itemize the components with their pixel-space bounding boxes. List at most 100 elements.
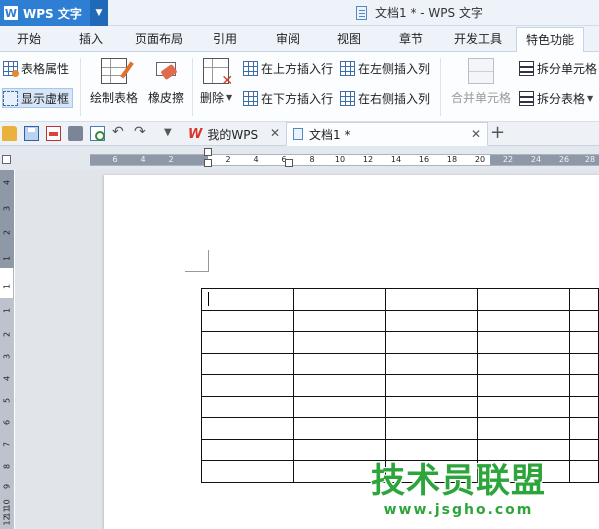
ruler-tick: 2 xyxy=(225,155,231,164)
tab-insert[interactable]: 插入 xyxy=(76,26,106,52)
split-table-label: 拆分表格 xyxy=(537,91,586,106)
table-row xyxy=(200,374,599,397)
save-icon[interactable] xyxy=(24,126,39,141)
table-cell[interactable] xyxy=(385,395,478,418)
table-cell[interactable] xyxy=(200,460,295,483)
table-cell[interactable] xyxy=(200,331,295,354)
insert-row-above-button[interactable]: 在上方插入行 xyxy=(243,58,333,78)
insert-col-right-button[interactable]: 在右侧插入列 xyxy=(340,88,430,108)
table-cell[interactable] xyxy=(293,309,387,332)
table-cell[interactable] xyxy=(385,438,478,461)
tab-page-layout[interactable]: 页面布局 xyxy=(132,26,186,52)
table-cell[interactable] xyxy=(385,417,478,440)
table-cell[interactable] xyxy=(293,331,387,354)
insert-row-below-button[interactable]: 在下方插入行 xyxy=(243,88,333,108)
wps-logo-icon: W xyxy=(4,6,18,20)
show-gridlines-label: 显示虚框 xyxy=(21,91,70,106)
tab-home[interactable]: 开始 xyxy=(14,26,44,52)
print-icon[interactable] xyxy=(68,126,83,141)
vertical-ruler[interactable]: 4 3 2 1 1 1 2 3 4 5 6 7 8 9 10 11 12 xyxy=(0,170,14,529)
table-cell[interactable] xyxy=(200,309,295,332)
table-cell[interactable] xyxy=(477,395,570,418)
table-row xyxy=(200,417,599,440)
table-cell[interactable] xyxy=(293,288,387,311)
redo-icon[interactable]: ↷ xyxy=(134,124,146,140)
table-cell[interactable] xyxy=(200,352,295,375)
document-table[interactable] xyxy=(200,288,599,483)
column-marker[interactable] xyxy=(285,159,293,167)
tab-document1-label: 文档1 * xyxy=(309,127,351,142)
table-cell[interactable] xyxy=(200,438,295,461)
table-cell[interactable] xyxy=(293,417,387,440)
table-cell[interactable] xyxy=(200,417,295,440)
ruler-tick: 4 xyxy=(140,155,146,164)
table-cell[interactable] xyxy=(568,417,599,440)
table-cell[interactable] xyxy=(568,352,599,375)
table-cell[interactable] xyxy=(200,374,295,397)
table-cell[interactable] xyxy=(293,395,387,418)
draw-table-button[interactable]: 绘制表格 xyxy=(90,58,138,106)
tab-stop-selector[interactable] xyxy=(2,155,11,164)
table-cell[interactable] xyxy=(200,288,295,311)
table-cell[interactable] xyxy=(477,417,570,440)
print-preview-icon[interactable] xyxy=(90,126,105,141)
delete-table-button[interactable]: 删除▼ xyxy=(200,58,233,106)
tab-document1[interactable]: 文档1 * ✕ xyxy=(286,122,488,146)
chevron-down-icon[interactable]: ▼ xyxy=(90,0,108,26)
tab-my-wps[interactable]: W 我的WPS ✕ xyxy=(182,122,286,146)
left-indent-marker[interactable] xyxy=(204,159,212,167)
table-cell[interactable] xyxy=(200,395,295,418)
table-cell[interactable] xyxy=(477,331,570,354)
table-cell[interactable] xyxy=(568,288,599,311)
tab-developer[interactable]: 开发工具 xyxy=(450,26,506,52)
table-cell[interactable] xyxy=(385,331,478,354)
ruler-tick: 3 xyxy=(2,205,12,212)
table-cell[interactable] xyxy=(385,374,478,397)
table-cell[interactable] xyxy=(568,438,599,461)
insert-col-left-label: 在左侧插入列 xyxy=(358,61,431,76)
undo-icon[interactable]: ↶ xyxy=(112,124,124,140)
new-tab-icon[interactable]: + xyxy=(490,122,505,143)
tab-references[interactable]: 引用 xyxy=(210,26,240,52)
close-icon[interactable]: ✕ xyxy=(471,127,481,141)
table-cell[interactable] xyxy=(385,352,478,375)
table-cell[interactable] xyxy=(477,352,570,375)
split-table-button[interactable]: 拆分表格 ▼ xyxy=(519,88,593,108)
delete-label-wrap: 删除 ▼ xyxy=(200,89,232,106)
table-cell[interactable] xyxy=(477,438,570,461)
ruler-tick: 20 xyxy=(474,155,486,164)
table-cell[interactable] xyxy=(293,438,387,461)
table-cell[interactable] xyxy=(477,309,570,332)
tab-review[interactable]: 审阅 xyxy=(273,26,303,52)
table-cell[interactable] xyxy=(385,309,478,332)
tab-chapter[interactable]: 章节 xyxy=(396,26,426,52)
horizontal-ruler[interactable]: 6 4 2 2 4 6 8 10 12 14 16 18 20 22 24 26… xyxy=(90,148,599,167)
merge-cells-button[interactable]: 合并单元格 xyxy=(451,58,511,106)
table-cell[interactable] xyxy=(568,309,599,332)
eraser-button[interactable]: 橡皮擦 xyxy=(148,58,184,106)
export-pdf-icon[interactable] xyxy=(46,126,61,141)
insert-col-left-button[interactable]: 在左侧插入列 xyxy=(340,58,430,78)
table-cell[interactable] xyxy=(568,374,599,397)
open-icon[interactable] xyxy=(2,126,17,141)
table-cell[interactable] xyxy=(568,395,599,418)
tab-view[interactable]: 视图 xyxy=(334,26,364,52)
app-menu-button[interactable]: W WPS 文字 ▼ xyxy=(0,0,108,26)
table-cell[interactable] xyxy=(477,288,570,311)
table-properties-button[interactable]: 表格属性 xyxy=(3,58,69,78)
tab-special-features[interactable]: 特色功能 xyxy=(516,27,584,53)
ruler-tick: 22 xyxy=(502,155,514,164)
show-gridlines-button[interactable]: 显示虚框 xyxy=(2,88,74,108)
table-cell[interactable] xyxy=(293,352,387,375)
split-cells-label: 拆分单元格 xyxy=(537,61,598,76)
split-cells-button[interactable]: 拆分单元格 xyxy=(519,58,597,78)
table-cell[interactable] xyxy=(568,460,599,483)
table-cell[interactable] xyxy=(293,374,387,397)
table-cell[interactable] xyxy=(477,374,570,397)
close-icon[interactable]: ✕ xyxy=(270,126,280,140)
ruler-tick: 10 xyxy=(334,155,346,164)
table-cell[interactable] xyxy=(385,288,478,311)
customize-caret-icon[interactable]: ▼ xyxy=(164,127,172,138)
first-line-indent-marker[interactable] xyxy=(204,148,212,156)
table-cell[interactable] xyxy=(568,331,599,354)
